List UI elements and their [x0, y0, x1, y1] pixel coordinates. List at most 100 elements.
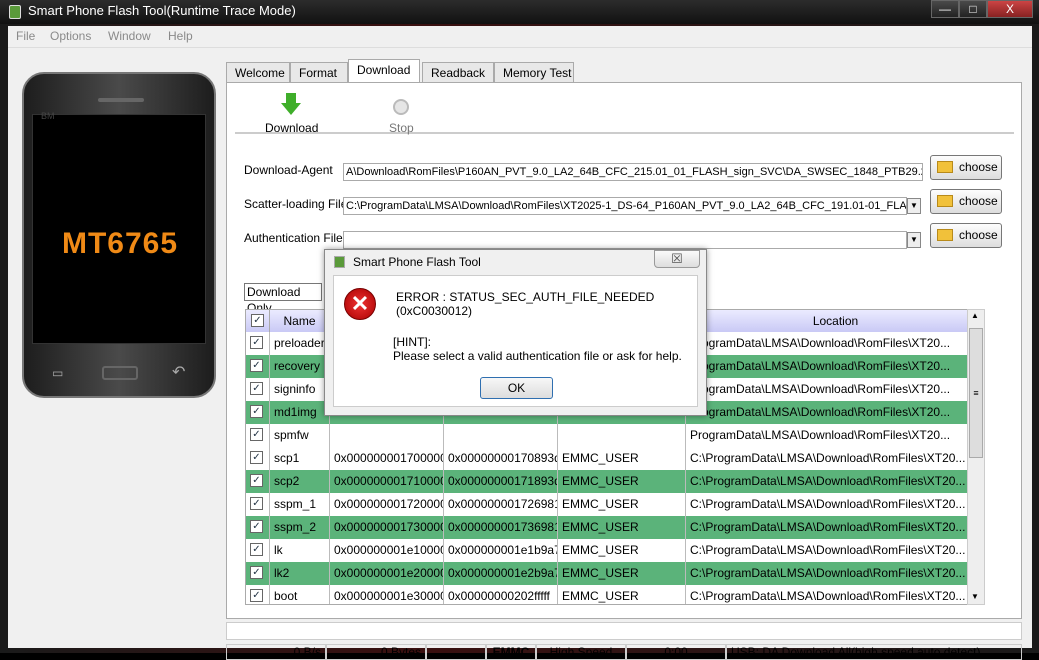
header-location[interactable]: Location: [686, 310, 984, 332]
cell-begin: 0x000000001e200000: [330, 562, 444, 585]
row-checkbox[interactable]: ✓: [250, 336, 263, 349]
row-checkbox[interactable]: ✓: [250, 520, 263, 533]
cell-end: 0x000000001e2b9a7f: [444, 562, 558, 585]
folder-icon: [937, 195, 953, 207]
choose-label: choose: [959, 228, 998, 242]
cell-name: scp1: [270, 447, 330, 470]
minimize-button[interactable]: —: [931, 0, 959, 18]
row-check-cell: ✓: [246, 401, 270, 424]
scatter-dropdown-icon[interactable]: ▼: [907, 198, 921, 214]
table-row[interactable]: ✓ lk2 0x000000001e200000 0x000000001e2b9a7f…: [246, 562, 984, 585]
error-message: ERROR : STATUS_SEC_AUTH_FILE_NEEDED (0xC…: [396, 290, 655, 318]
choose-scatter-button[interactable]: choose: [930, 189, 1002, 214]
row-check-cell: ✓: [246, 447, 270, 470]
cell-region: EMMC_USER: [558, 585, 686, 604]
row-checkbox[interactable]: ✓: [250, 543, 263, 556]
cell-begin: 0x000000001e100000: [330, 539, 444, 562]
cell-region: [558, 424, 686, 447]
cell-name: sspm_1: [270, 493, 330, 516]
status-bar: 0 B/s 0 Bytes EMMC High Speed 0:00 USB: …: [226, 622, 1022, 660]
menu-file[interactable]: File: [16, 29, 35, 43]
cell-name: signinfo: [270, 378, 330, 401]
download-button[interactable]: Download: [255, 89, 325, 135]
stop-icon: [393, 99, 409, 115]
cell-name: spmfw: [270, 424, 330, 447]
cell-loc: ProgramData\LMSA\Download\RomFiles\XT20.…: [686, 332, 984, 355]
maximize-button[interactable]: □: [959, 0, 987, 18]
table-row[interactable]: ✓ sspm_1 0x0000000017200000 0x0000000017269…: [246, 493, 984, 516]
cell-begin: 0x0000000017300000: [330, 516, 444, 539]
row-checkbox[interactable]: ✓: [250, 589, 263, 602]
header-checkbox[interactable]: ✓: [251, 314, 264, 327]
scroll-thumb[interactable]: ≡: [969, 328, 983, 458]
table-row[interactable]: ✓ scp2 0x0000000017100000 0x00000000171893d…: [246, 470, 984, 493]
menu-key-icon: ▭: [52, 366, 64, 380]
row-checkbox[interactable]: ✓: [250, 405, 263, 418]
window-title: Smart Phone Flash Tool(Runtime Trace Mod…: [28, 3, 296, 18]
close-button[interactable]: X: [987, 0, 1033, 18]
cell-name: boot: [270, 585, 330, 604]
row-checkbox[interactable]: ✓: [250, 382, 263, 395]
dialog-body: ✕ ERROR : STATUS_SEC_AUTH_FILE_NEEDED (0…: [333, 275, 698, 407]
toolbar: Download Stop: [235, 89, 1014, 135]
table-row[interactable]: ✓ sspm_2 0x0000000017300000 0x0000000017369…: [246, 516, 984, 539]
row-checkbox[interactable]: ✓: [250, 451, 263, 464]
tab-welcome[interactable]: Welcome: [226, 62, 290, 82]
cell-loc: ProgramData\LMSA\Download\RomFiles\XT20.…: [686, 378, 984, 401]
row-check-cell: ✓: [246, 539, 270, 562]
table-scrollbar[interactable]: ▲ ≡ ▼: [967, 309, 985, 605]
table-row[interactable]: ✓ lk 0x000000001e100000 0x000000001e1b9a7f E…: [246, 539, 984, 562]
choose-auth-button[interactable]: choose: [930, 223, 1002, 248]
cell-end: 0x000000001736981f: [444, 516, 558, 539]
scroll-up-icon[interactable]: ▲: [971, 311, 979, 320]
title-bar: Smart Phone Flash Tool(Runtime Trace Mod…: [0, 0, 1039, 24]
choose-da-button[interactable]: choose: [930, 155, 1002, 180]
row-checkbox[interactable]: ✓: [250, 359, 263, 372]
scatter-file-field[interactable]: C:\ProgramData\LMSA\Download\RomFiles\XT…: [343, 197, 907, 215]
error-dialog: Smart Phone Flash Tool ☒ ✕ ERROR : STATU…: [324, 249, 707, 416]
cell-loc: C:\ProgramData\LMSA\Download\RomFiles\XT…: [686, 493, 984, 516]
menu-help[interactable]: Help: [168, 29, 193, 43]
tab-memory-test[interactable]: Memory Test: [494, 62, 574, 82]
phone-illustration: BM MT6765 ▭ ↶: [22, 72, 216, 398]
row-check-cell: ✓: [246, 493, 270, 516]
ok-button[interactable]: OK: [480, 377, 553, 399]
scatter-label: Scatter-loading File: [244, 197, 348, 211]
app-icon: [9, 5, 21, 19]
auth-file-field[interactable]: [343, 231, 907, 249]
stop-label: Stop: [389, 121, 414, 135]
speed-mode: High Speed: [536, 644, 626, 660]
cell-loc: ProgramData\LMSA\Download\RomFiles\XT20.…: [686, 355, 984, 378]
bytes-readout: 0 Bytes: [326, 644, 426, 660]
cell-loc: C:\ProgramData\LMSA\Download\RomFiles\XT…: [686, 562, 984, 585]
table-row[interactable]: ✓ boot 0x000000001e300000 0x00000000202ffff…: [246, 585, 984, 604]
cell-begin: [330, 424, 444, 447]
cell-region: EMMC_USER: [558, 516, 686, 539]
tab-format[interactable]: Format: [290, 62, 348, 82]
hint-text: Please select a valid authentication fil…: [393, 349, 682, 363]
auth-dropdown-icon[interactable]: ▼: [907, 232, 921, 248]
menu-window[interactable]: Window: [108, 29, 151, 43]
table-row[interactable]: ✓ scp1 0x0000000017000000 0x00000000170893d…: [246, 447, 984, 470]
row-checkbox[interactable]: ✓: [250, 474, 263, 487]
dialog-close-button[interactable]: ☒: [654, 250, 700, 268]
download-agent-field[interactable]: A\Download\RomFiles\P160AN_PVT_9.0_LA2_6…: [343, 163, 923, 181]
row-checkbox[interactable]: ✓: [250, 428, 263, 441]
choose-label: choose: [959, 160, 998, 174]
tab-download[interactable]: Download: [348, 59, 420, 82]
cell-end: 0x00000000202fffff: [444, 585, 558, 604]
cell-begin: 0x0000000017000000: [330, 447, 444, 470]
download-mode-select[interactable]: Download Only: [244, 283, 322, 315]
row-checkbox[interactable]: ✓: [250, 566, 263, 579]
row-checkbox[interactable]: ✓: [250, 497, 263, 510]
cell-begin: 0x0000000017100000: [330, 470, 444, 493]
elapsed-time: 0:00: [626, 644, 726, 660]
header-name[interactable]: Name: [270, 310, 330, 332]
download-label: Download: [265, 121, 319, 135]
menu-options[interactable]: Options: [50, 29, 91, 43]
table-row[interactable]: ✓ spmfw ProgramData\LMSA\Download\RomFiles…: [246, 424, 984, 447]
scroll-down-icon[interactable]: ▼: [971, 592, 979, 601]
tab-readback[interactable]: Readback: [422, 62, 494, 82]
cell-name: md1img: [270, 401, 330, 424]
header-check[interactable]: ✓: [246, 310, 270, 332]
